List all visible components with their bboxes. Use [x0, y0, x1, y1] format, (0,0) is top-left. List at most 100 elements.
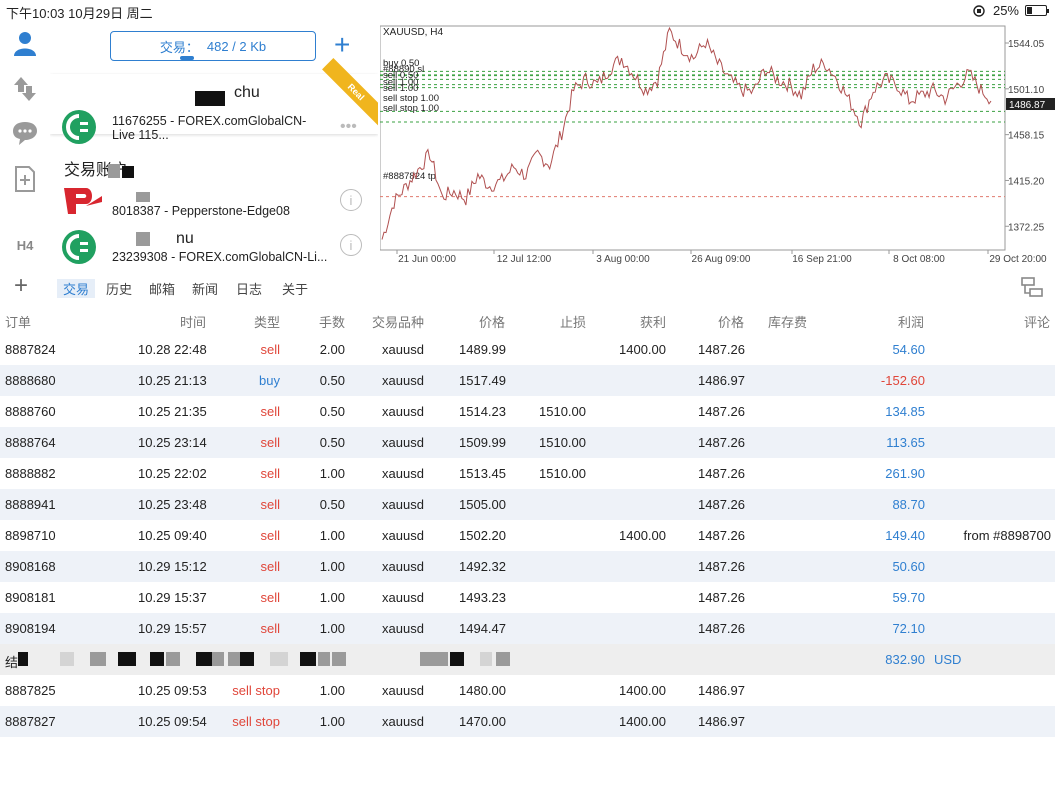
- account-number: 8018387 - Pepperstone-Edge08: [112, 204, 290, 218]
- tab-journal[interactable]: 日志: [236, 279, 262, 298]
- table-row[interactable]: 8887824 10.28 22:48 sell 2.00 xauusd 1489.99 1…: [0, 334, 1055, 365]
- cell-type: buy: [259, 373, 280, 388]
- table-row[interactable]: 8888882 10.25 22:02 sell 1.00 xauusd 1513.45 1…: [0, 458, 1055, 489]
- cell-symbol: xauusd: [382, 714, 424, 729]
- redaction: [166, 652, 180, 666]
- cell-order: 8887825: [5, 683, 56, 698]
- cell-tp: 1400.00: [619, 683, 666, 698]
- cell-price: 1480.00: [459, 683, 506, 698]
- total-label: 结: [5, 655, 19, 670]
- forex-logo-icon: [62, 110, 96, 144]
- redaction: [332, 652, 346, 666]
- cell-cur: 1486.97: [698, 373, 745, 388]
- cell-price: 1513.45: [459, 466, 506, 481]
- table-row[interactable]: 8888764 10.25 23:14 sell 0.50 xauusd 1509.99 1…: [0, 427, 1055, 458]
- cell-lots: 0.50: [319, 497, 345, 512]
- table-row[interactable]: 8887827 10.25 09:54 sell stop 1.00 xauusd 147…: [0, 706, 1055, 737]
- table-row[interactable]: 8888680 10.25 21:13 buy 0.50 xauusd 1517.49 14…: [0, 365, 1055, 396]
- cell-time: 10.29 15:37: [138, 590, 207, 605]
- forex-logo-icon: [62, 230, 96, 264]
- col-price: 价格: [479, 315, 506, 330]
- cell-price: 1517.49: [459, 373, 506, 388]
- price-chart[interactable]: XAUUSD, H4 1544.05 1501.10 1458.15 1415.20 13…: [379, 22, 1055, 266]
- more-icon[interactable]: •••: [340, 118, 357, 136]
- table-row[interactable]: 8888941 10.25 23:48 sell 0.50 xauusd 1505.00 1…: [0, 489, 1055, 520]
- col-type: 类型: [254, 315, 281, 330]
- x-tick-label: 8 Oct 08:00: [893, 254, 945, 265]
- col-symbol: 交易品种: [372, 315, 425, 330]
- tab-trade[interactable]: 交易: [57, 279, 96, 298]
- account-item-1[interactable]: Real chu 11676255 - FOREX.comGlobalCN- L…: [50, 58, 378, 144]
- order-line-label: #8887824 tp: [383, 171, 436, 182]
- account-name: nu: [176, 230, 194, 247]
- tab-about[interactable]: 关于: [282, 279, 308, 298]
- new-document-icon[interactable]: [10, 164, 40, 194]
- cell-symbol: xauusd: [382, 466, 424, 481]
- cell-tp: 1400.00: [619, 714, 666, 729]
- table-row[interactable]: 8898710 10.25 09:40 sell 1.00 xauusd 1502.20 1…: [0, 520, 1055, 551]
- cell-order: 8887824: [5, 342, 56, 357]
- redaction: [480, 652, 492, 666]
- add-tab-button[interactable]: +: [14, 272, 28, 300]
- tab-mailbox[interactable]: 邮箱: [149, 279, 175, 298]
- cell-type: sell: [260, 404, 280, 419]
- cell-order: 8888680: [5, 373, 56, 388]
- timeframe-h4[interactable]: H4: [10, 230, 40, 260]
- accounts-icon[interactable]: [10, 28, 40, 58]
- tab-bar: + 交易 历史 邮箱 新闻 日志 关于: [0, 272, 1055, 302]
- battery-icon: [1025, 5, 1049, 16]
- cell-price: 1509.99: [459, 435, 506, 450]
- col-swap: 库存费: [768, 315, 808, 330]
- table-row[interactable]: 8888760 10.25 21:35 sell 0.50 xauusd 1514.23 1…: [0, 396, 1055, 427]
- redaction: [18, 652, 28, 666]
- tab-news[interactable]: 新闻: [192, 279, 218, 298]
- cell-time: 10.25 22:02: [138, 466, 207, 481]
- table-row[interactable]: 8908168 10.29 15:12 sell 1.00 xauusd 1492.32 1…: [0, 551, 1055, 582]
- cell-lots: 1.00: [319, 559, 345, 574]
- cell-symbol: xauusd: [382, 528, 424, 543]
- table-row[interactable]: 8908194 10.29 15:57 sell 1.00 xauusd 1494.47 1…: [0, 613, 1055, 644]
- x-tick-label: 21 Jun 00:00: [398, 254, 456, 265]
- cell-cur: 1487.26: [698, 466, 745, 481]
- y-tick-label: 1544.05: [1008, 39, 1045, 50]
- cell-cur: 1487.26: [698, 621, 745, 636]
- cell-time: 10.29 15:12: [138, 559, 207, 574]
- y-tick-label: 1458.15: [1008, 131, 1045, 142]
- cell-sl: 1510.00: [539, 466, 586, 481]
- cell-profit: 59.70: [892, 590, 925, 605]
- trade-stats: 482 / 2 Kb: [206, 38, 267, 54]
- cell-profit: -152.60: [880, 373, 925, 388]
- y-tick-label: 1501.10: [1008, 85, 1045, 96]
- tab-history[interactable]: 历史: [106, 279, 132, 298]
- col-cur-price: 价格: [718, 315, 745, 330]
- status-time-date: 下午10:03 10月29日 周二: [6, 6, 153, 21]
- redaction: [318, 652, 330, 666]
- cell-order: 8898710: [5, 528, 56, 543]
- col-tp: 获利: [640, 315, 667, 330]
- x-tick-label: 3 Aug 00:00: [596, 254, 650, 265]
- cell-profit: 134.85: [885, 404, 925, 419]
- redaction: [60, 652, 74, 666]
- col-order: 订单: [5, 315, 32, 330]
- cell-price: 1493.23: [459, 590, 506, 605]
- trade-stats-pill[interactable]: 交易： 482 / 2 Kb: [110, 31, 316, 61]
- cell-price: 1492.32: [459, 559, 506, 574]
- cell-profit: 88.70: [892, 497, 925, 512]
- account-item-3[interactable]: nu 23239308 - FOREX.comGlobalCN-Li... i: [50, 228, 378, 266]
- layout-toggle-icon[interactable]: [1021, 277, 1043, 297]
- cell-profit: 54.60: [892, 342, 925, 357]
- col-lots: 手数: [319, 315, 346, 330]
- add-account-button[interactable]: +: [334, 31, 350, 59]
- trade-arrows-icon[interactable]: [10, 74, 40, 104]
- cell-time: 10.25 23:48: [138, 497, 207, 512]
- info-icon[interactable]: i: [340, 234, 362, 256]
- cell-lots: 1.00: [319, 528, 345, 543]
- cell-price: 1514.23: [459, 404, 506, 419]
- table-row[interactable]: 8908181 10.29 15:37 sell 1.00 xauusd 1493.23 1…: [0, 582, 1055, 613]
- info-icon[interactable]: i: [340, 189, 362, 211]
- redaction: [195, 91, 225, 106]
- table-row[interactable]: 8887825 10.25 09:53 sell stop 1.00 xauusd 148…: [0, 675, 1055, 706]
- cell-order: 8908168: [5, 559, 56, 574]
- cell-time: 10.25 21:35: [138, 404, 207, 419]
- chat-icon[interactable]: [10, 118, 40, 148]
